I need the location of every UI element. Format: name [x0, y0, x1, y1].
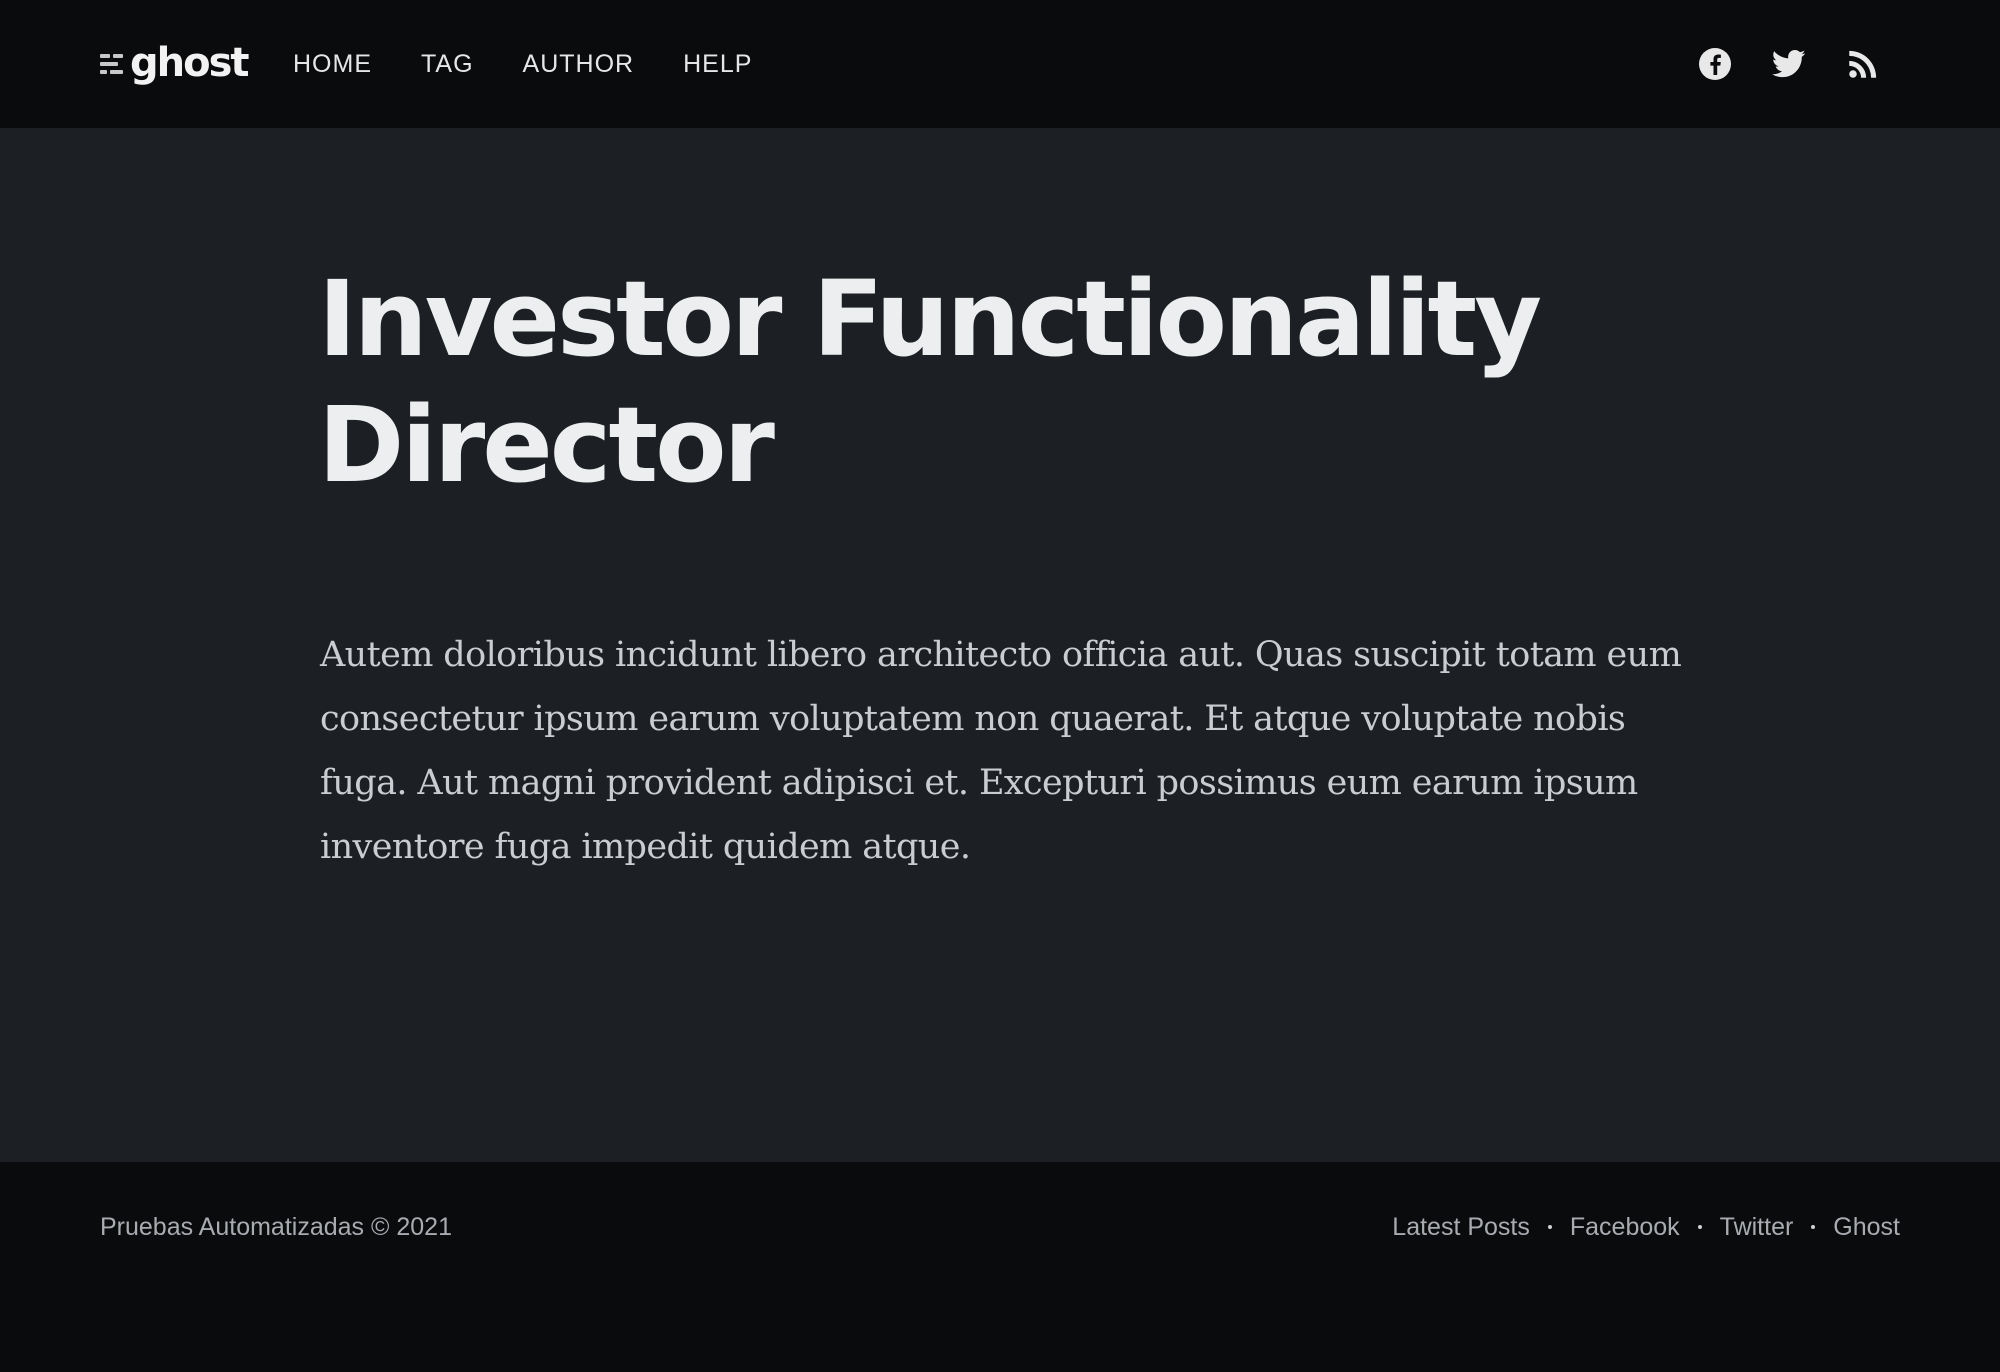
social-links	[1698, 47, 1880, 81]
main-nav: HOME TAG AUTHOR HELP	[293, 46, 801, 82]
nav-item-help[interactable]: HELP	[683, 46, 752, 82]
site-logo[interactable]: ghost	[100, 38, 250, 88]
site-footer: Pruebas Automatizadas © 2021 Latest Post…	[0, 1162, 2000, 1372]
facebook-icon[interactable]	[1698, 47, 1732, 81]
copyright: Pruebas Automatizadas © 2021	[100, 1213, 452, 1241]
twitter-icon[interactable]	[1772, 47, 1806, 81]
nav-item-tag[interactable]: TAG	[421, 46, 474, 82]
post-body: Autem doloribus incidunt libero architec…	[320, 635, 1682, 867]
footer-link-latest-posts[interactable]: Latest Posts	[1392, 1210, 1530, 1244]
main-content: Investor Functionality Director Autem do…	[0, 128, 2000, 1162]
separator-dot	[1697, 1225, 1702, 1229]
rss-icon[interactable]	[1846, 47, 1880, 81]
nav-item-author[interactable]: AUTHOR	[523, 46, 635, 82]
nav-item-home[interactable]: HOME	[293, 46, 372, 82]
logo-text: ghost	[130, 40, 250, 86]
site-header: ghost HOME TAG AUTHOR HELP	[0, 0, 2000, 128]
separator-dot	[1811, 1225, 1816, 1229]
separator-dot	[1547, 1225, 1552, 1229]
footer-link-ghost[interactable]: Ghost	[1833, 1210, 1900, 1244]
ghost-logo-icon	[100, 51, 124, 75]
footer-link-twitter[interactable]: Twitter	[1720, 1210, 1794, 1244]
footer-link-facebook[interactable]: Facebook	[1570, 1210, 1680, 1244]
post-title: Investor Functionality Director	[318, 258, 1542, 506]
footer-nav: Latest Posts Facebook Twitter Ghost	[1392, 1210, 1900, 1244]
